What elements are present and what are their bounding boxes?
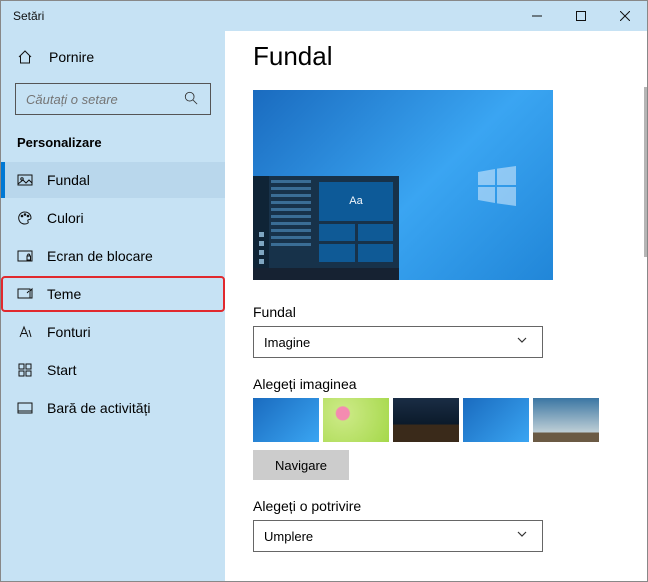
lockscreen-icon xyxy=(17,248,33,264)
search-icon xyxy=(184,91,200,107)
palette-icon xyxy=(17,210,33,226)
image-thumb-5[interactable] xyxy=(533,398,599,442)
minimize-button[interactable] xyxy=(515,1,559,31)
nav-label: Culori xyxy=(47,210,84,226)
image-thumb-4[interactable] xyxy=(463,398,529,442)
maximize-button[interactable] xyxy=(559,1,603,31)
search-input-container[interactable] xyxy=(15,83,211,115)
chevron-down-icon xyxy=(516,334,532,350)
nav-item-fundal[interactable]: Fundal xyxy=(1,162,225,198)
desktop-preview: Aa xyxy=(253,90,553,280)
preview-sample-text: Aa xyxy=(319,182,393,221)
nav-item-ecran-blocare[interactable]: Ecran de blocare xyxy=(1,238,225,274)
sidebar: Pornire Personalizare Fundal Culori xyxy=(1,31,225,581)
search-input[interactable] xyxy=(26,92,174,107)
nav-label: Ecran de blocare xyxy=(47,248,153,264)
fonts-icon xyxy=(17,324,33,340)
home-button[interactable]: Pornire xyxy=(1,39,225,75)
nav-item-teme[interactable]: Teme xyxy=(1,276,225,312)
taskbar-icon xyxy=(17,400,33,416)
themes-icon xyxy=(17,286,33,302)
nav-label: Fonturi xyxy=(47,324,91,340)
windows-logo-icon xyxy=(475,164,519,208)
nav-item-start[interactable]: Start xyxy=(1,352,225,388)
fit-select[interactable]: Umplere xyxy=(253,520,543,552)
nav-item-culori[interactable]: Culori xyxy=(1,200,225,236)
nav-label: Bară de activități xyxy=(47,400,151,416)
image-thumb-2[interactable] xyxy=(323,398,389,442)
close-button[interactable] xyxy=(603,1,647,31)
preview-taskbar xyxy=(253,268,399,280)
image-thumb-1[interactable] xyxy=(253,398,319,442)
start-icon xyxy=(17,362,33,378)
nav-label: Start xyxy=(47,362,77,378)
choose-image-label: Alegeți imaginea xyxy=(253,376,619,392)
window-title: Setări xyxy=(13,9,44,23)
browse-button[interactable]: Navigare xyxy=(253,450,349,480)
nav-item-fonturi[interactable]: Fonturi xyxy=(1,314,225,350)
home-label: Pornire xyxy=(49,49,94,65)
nav-label: Fundal xyxy=(47,172,90,188)
nav-label: Teme xyxy=(47,286,81,302)
page-title: Fundal xyxy=(253,41,619,72)
preview-startmenu: Aa xyxy=(253,176,399,268)
picture-icon xyxy=(17,172,33,188)
background-type-label: Fundal xyxy=(253,304,619,320)
image-thumbnails xyxy=(253,398,619,442)
fit-value: Umplere xyxy=(264,529,313,544)
image-thumb-3[interactable] xyxy=(393,398,459,442)
section-title: Personalizare xyxy=(1,131,225,160)
nav-item-taskbar[interactable]: Bară de activități xyxy=(1,390,225,426)
title-bar: Setări xyxy=(1,1,647,31)
choose-fit-label: Alegeți o potrivire xyxy=(253,498,619,514)
home-icon xyxy=(17,49,33,65)
chevron-down-icon xyxy=(516,528,532,544)
content-area: Fundal Aa Fund xyxy=(225,31,647,581)
background-type-select[interactable]: Imagine xyxy=(253,326,543,358)
scrollbar[interactable] xyxy=(644,87,647,257)
background-type-value: Imagine xyxy=(264,335,310,350)
